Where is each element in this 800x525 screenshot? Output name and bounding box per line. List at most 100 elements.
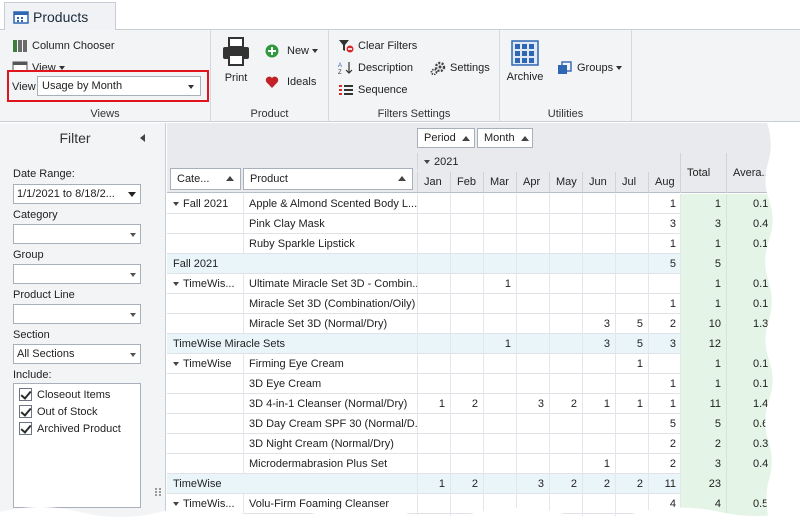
month-value-cell[interactable]: 1 <box>417 394 450 414</box>
month-value-cell[interactable] <box>450 234 483 254</box>
total-cell[interactable]: 5 <box>680 254 726 274</box>
month-value-cell[interactable]: 1 <box>582 454 615 474</box>
month-value-cell[interactable] <box>483 214 516 234</box>
month-value-cell[interactable] <box>450 334 483 354</box>
month-value-cell[interactable] <box>516 214 549 234</box>
month-value-cell[interactable]: 3 <box>648 214 681 234</box>
month-value-cell[interactable] <box>450 374 483 394</box>
total-cell[interactable]: 23 <box>680 474 726 494</box>
month-header-aug[interactable]: Aug <box>648 172 681 192</box>
month-value-cell[interactable] <box>582 374 615 394</box>
month-value-cell[interactable] <box>516 314 549 334</box>
month-value-cell[interactable] <box>450 354 483 374</box>
month-header-feb[interactable]: Feb <box>450 172 483 192</box>
section-select[interactable]: All Sections <box>13 344 141 364</box>
month-value-cell[interactable] <box>549 454 582 474</box>
month-value-cell[interactable] <box>615 294 648 314</box>
total-cell[interactable]: 1 <box>680 194 726 214</box>
total-cell[interactable]: 3 <box>680 454 726 474</box>
collapse-icon[interactable] <box>173 362 179 366</box>
column-chooser-button[interactable]: Column Chooser <box>12 39 115 53</box>
table-row[interactable]: Microdermabrasion Plus Set 1 2 3 0.4 <box>167 454 800 474</box>
month-value-cell[interactable] <box>450 454 483 474</box>
month-value-cell[interactable] <box>549 314 582 334</box>
table-row[interactable]: 3D Night Cream (Normal/Dry) 2 2 0.3 <box>167 434 800 454</box>
month-value-cell[interactable] <box>483 194 516 214</box>
clear-filters-button[interactable]: Clear Filters <box>338 39 417 53</box>
month-value-cell[interactable] <box>450 214 483 234</box>
month-value-cell[interactable] <box>450 254 483 274</box>
month-header-may[interactable]: May <box>549 172 582 192</box>
month-value-cell[interactable]: 3 <box>582 334 615 354</box>
month-value-cell[interactable]: 5 <box>648 414 681 434</box>
month-value-cell[interactable] <box>615 234 648 254</box>
month-value-cell[interactable] <box>549 214 582 234</box>
subtotal-row[interactable]: TimeWise Miracle Sets 1 3 5 3 12 <box>167 334 800 354</box>
month-value-cell[interactable]: 2 <box>582 474 615 494</box>
month-value-cell[interactable] <box>516 234 549 254</box>
total-cell[interactable]: 1 <box>680 274 726 294</box>
month-value-cell[interactable]: 1 <box>648 394 681 414</box>
month-value-cell[interactable] <box>516 414 549 434</box>
month-value-cell[interactable] <box>417 254 450 274</box>
month-header-jun[interactable]: Jun <box>582 172 615 192</box>
month-value-cell[interactable]: 2 <box>450 474 483 494</box>
product-cell[interactable]: Miracle Set 3D (Combination/Oily) <box>243 294 417 314</box>
total-cell[interactable]: 1 <box>680 234 726 254</box>
month-value-cell[interactable] <box>483 474 516 494</box>
view-select[interactable]: Usage by Month <box>37 76 201 96</box>
product-cell[interactable]: 3D Night Cream (Normal/Dry) <box>243 434 417 454</box>
table-row[interactable]: Ruby Sparkle Lipstick 1 1 0.1 <box>167 234 800 254</box>
checkbox-checked[interactable] <box>19 422 32 435</box>
month-value-cell[interactable] <box>483 454 516 474</box>
include-item-out-of-stock[interactable]: Out of Stock <box>19 405 98 418</box>
month-value-cell[interactable] <box>516 434 549 454</box>
product-cell[interactable]: 3D Eye Cream <box>243 374 417 394</box>
month-value-cell[interactable] <box>615 214 648 234</box>
total-cell[interactable]: 1 <box>680 374 726 394</box>
checkbox-checked[interactable] <box>19 388 32 401</box>
total-cell[interactable]: 5 <box>680 414 726 434</box>
table-row[interactable]: 3D 4-in-1 Cleanser (Normal/Dry) 1 2 3 2 1 1 1 11… <box>167 394 800 414</box>
month-value-cell[interactable] <box>615 194 648 214</box>
month-value-cell[interactable] <box>450 414 483 434</box>
product-cell[interactable]: Apple & Almond Scented Body L... <box>243 194 417 214</box>
print-button[interactable]: Print <box>221 36 251 84</box>
month-value-cell[interactable]: 2 <box>549 474 582 494</box>
month-value-cell[interactable]: 3 <box>648 334 681 354</box>
month-value-cell[interactable] <box>417 414 450 434</box>
month-value-cell[interactable] <box>582 214 615 234</box>
month-value-cell[interactable] <box>648 354 681 374</box>
product-column-header[interactable]: Product <box>243 168 413 190</box>
month-value-cell[interactable] <box>615 414 648 434</box>
month-value-cell[interactable]: 5 <box>648 254 681 274</box>
subtotal-row[interactable]: Fall 2021 5 5 <box>167 254 800 274</box>
month-value-cell[interactable] <box>582 254 615 274</box>
total-cell[interactable]: 3 <box>680 214 726 234</box>
month-value-cell[interactable] <box>417 194 450 214</box>
month-header-mar[interactable]: Mar <box>483 172 516 192</box>
sequence-sort-button[interactable]: Sequence <box>338 83 408 97</box>
ideals-button[interactable]: Ideals <box>265 75 316 89</box>
month-value-cell[interactable]: 1 <box>615 354 648 374</box>
month-value-cell[interactable]: 1 <box>615 394 648 414</box>
month-value-cell[interactable] <box>417 334 450 354</box>
month-value-cell[interactable] <box>648 274 681 294</box>
month-value-cell[interactable]: 2 <box>615 474 648 494</box>
month-value-cell[interactable] <box>549 254 582 274</box>
month-value-cell[interactable] <box>483 354 516 374</box>
period-field-chip[interactable]: Period <box>417 128 475 148</box>
month-value-cell[interactable] <box>549 234 582 254</box>
month-value-cell[interactable] <box>483 234 516 254</box>
month-value-cell[interactable] <box>417 214 450 234</box>
table-row[interactable]: Miracle Set 3D (Normal/Dry) 3 5 2 10 1.3 <box>167 314 800 334</box>
month-value-cell[interactable] <box>582 414 615 434</box>
group-select[interactable] <box>13 264 141 284</box>
month-field-chip[interactable]: Month <box>477 128 533 148</box>
month-value-cell[interactable]: 1 <box>582 394 615 414</box>
table-row[interactable]: Miracle Set 3D (Combination/Oily) 1 1 0.1 <box>167 294 800 314</box>
month-value-cell[interactable] <box>615 374 648 394</box>
settings-button[interactable]: Settings <box>430 61 490 75</box>
month-value-cell[interactable]: 1 <box>648 194 681 214</box>
month-value-cell[interactable] <box>516 294 549 314</box>
